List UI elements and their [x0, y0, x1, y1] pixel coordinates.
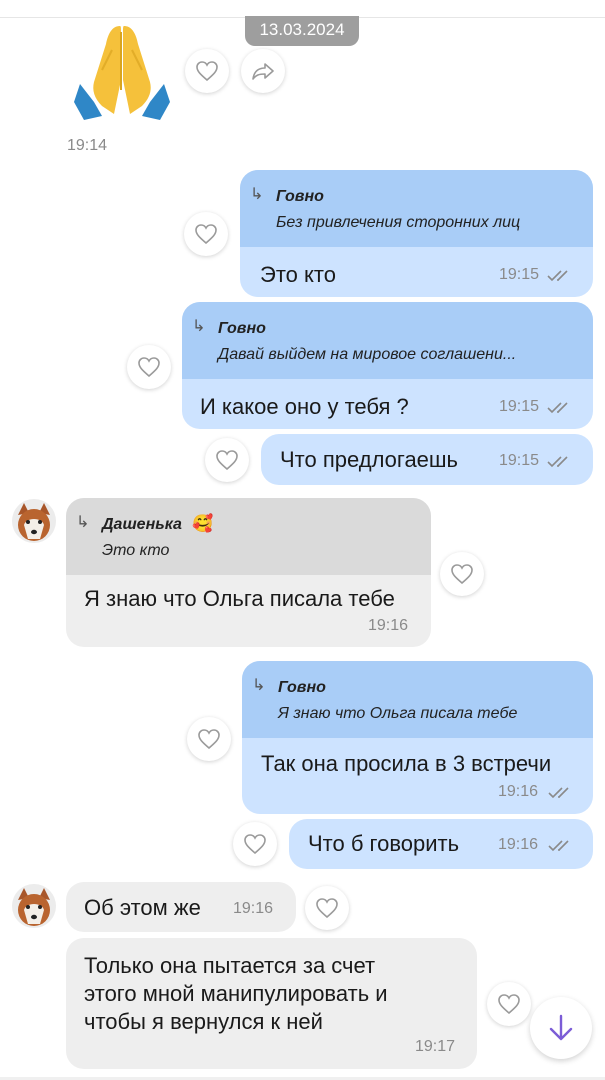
message-text: Что б говорить — [308, 831, 460, 856]
message-text: Об этом же — [84, 895, 201, 920]
like-button[interactable] — [184, 212, 228, 256]
quote-text: Без привлечения сторонних лиц — [276, 214, 521, 231]
quote-text: Это кто — [102, 542, 170, 559]
message-text: Так она просила в 3 встречи — [261, 751, 552, 776]
heart-outline-icon — [196, 61, 218, 82]
reply-arrow-icon: ↳ — [250, 186, 264, 203]
message-time: 19:16 — [498, 783, 539, 800]
quote-author: Говно — [278, 679, 326, 696]
message-text-line: этого мной манипулировать и — [84, 981, 388, 1006]
message-text-line: Только она пытается за счет — [84, 953, 376, 978]
heart-outline-icon — [451, 564, 473, 585]
message-bubble-outgoing[interactable]: Что б говорить 19:16 — [289, 819, 593, 869]
like-button[interactable] — [187, 717, 231, 761]
double-check-icon — [548, 840, 569, 852]
reply-quote[interactable]: ↳ Говно Без привлечения сторонних лиц — [240, 170, 593, 247]
message-bubble-outgoing[interactable]: ↳ Говно Давай выйдем на мировое соглашен… — [182, 302, 593, 429]
double-check-icon — [547, 456, 568, 468]
reply-quote[interactable]: ↳ Говно Давай выйдем на мировое соглашен… — [182, 302, 593, 379]
reply-arrow-icon: ↳ — [252, 677, 266, 694]
quote-text: Давай выйдем на мировое соглашени... — [218, 346, 517, 363]
message-text: Я знаю что Ольга писала тебе — [84, 586, 395, 611]
heart-outline-icon — [216, 450, 238, 471]
message-text: Это кто — [260, 262, 336, 287]
reply-quote[interactable]: ↳ Дашенька 🥰 Это кто — [66, 498, 431, 575]
folded-hands-emoji[interactable] — [72, 20, 172, 124]
message-text: Что предлогаешь — [280, 447, 459, 472]
like-button[interactable] — [233, 822, 277, 866]
like-button[interactable] — [440, 552, 484, 596]
arrow-down-icon — [549, 1014, 573, 1041]
quote-author: Говно — [218, 320, 266, 337]
message-time: 19:15 — [499, 452, 540, 469]
heart-outline-icon — [138, 357, 160, 378]
quote-author: Дашенька — [102, 516, 182, 533]
message-time: 19:14 — [67, 137, 108, 154]
message-bubble-outgoing[interactable]: Что предлогаешь 19:15 — [261, 434, 593, 485]
share-button[interactable] — [241, 49, 285, 93]
heart-outline-icon — [198, 729, 220, 750]
smiling-face-with-hearts-emoji: 🥰 — [192, 514, 214, 533]
message-time: 19:16 — [498, 836, 539, 853]
share-arrow-icon — [252, 63, 274, 80]
heart-outline-icon — [498, 994, 520, 1015]
avatar[interactable] — [12, 499, 56, 543]
message-bubble-outgoing[interactable]: ↳ Говно Без привлечения сторонних лиц Эт… — [240, 170, 593, 297]
double-check-icon — [547, 270, 568, 282]
like-button[interactable] — [305, 886, 349, 930]
message-text: И какое оно у тебя ? — [200, 394, 409, 419]
message-time: 19:15 — [499, 266, 540, 283]
heart-outline-icon — [195, 224, 217, 245]
message-bubble-incoming[interactable]: Об этом же 19:16 — [66, 882, 296, 932]
quote-text: Я знаю что Ольга писала тебе — [278, 705, 518, 722]
double-check-icon — [548, 787, 569, 799]
like-button[interactable] — [185, 49, 229, 93]
like-button[interactable] — [487, 982, 531, 1026]
message-time: 19:17 — [415, 1038, 456, 1055]
reply-quote[interactable]: ↳ Говно Я знаю что Ольга писала тебе — [242, 661, 593, 738]
message-time: 19:16 — [233, 900, 274, 917]
message-time: 19:15 — [499, 398, 540, 415]
like-button[interactable] — [205, 438, 249, 482]
double-check-icon — [547, 402, 568, 414]
like-button[interactable] — [127, 345, 171, 389]
heart-outline-icon — [244, 834, 266, 855]
heart-outline-icon — [316, 898, 338, 919]
reply-arrow-icon: ↳ — [76, 514, 90, 531]
reply-arrow-icon: ↳ — [192, 318, 206, 335]
message-bubble-incoming[interactable]: Только она пытается за счет этого мной м… — [66, 938, 477, 1069]
scroll-to-bottom-button[interactable] — [530, 997, 592, 1059]
message-text-line: чтобы я вернулся к ней — [84, 1009, 323, 1034]
message-time: 19:16 — [368, 617, 409, 634]
avatar[interactable] — [12, 884, 56, 928]
quote-author: Говно — [276, 188, 324, 205]
message-bubble-outgoing[interactable]: ↳ Говно Я знаю что Ольга писала тебе Так… — [242, 661, 593, 814]
message-bubble-incoming[interactable]: ↳ Дашенька 🥰 Это кто Я знаю что Ольга пи… — [66, 498, 431, 647]
date-chip: 13.03.2024 — [245, 16, 359, 46]
